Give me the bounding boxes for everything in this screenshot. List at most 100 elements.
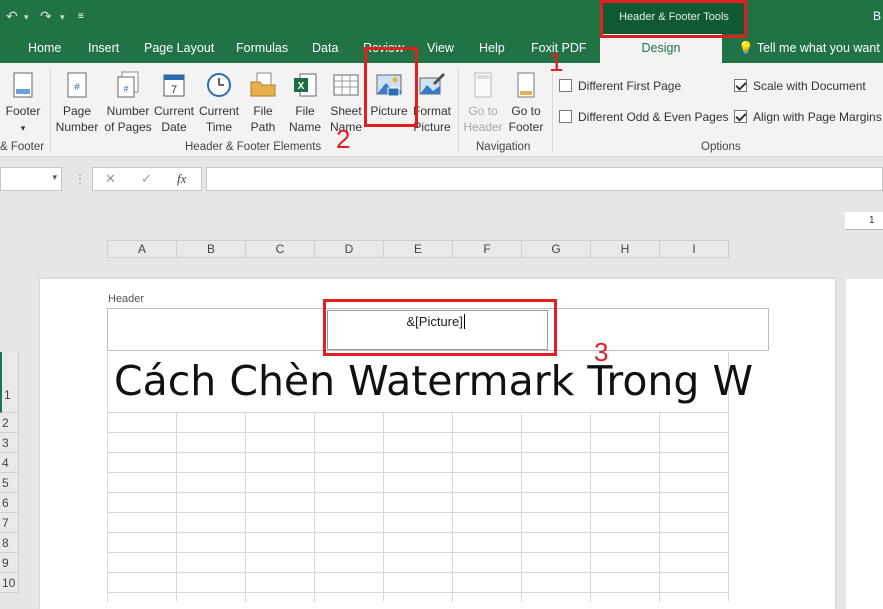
column-header-g[interactable]: G <box>522 240 591 258</box>
go-to-header-button[interactable]: Go to Header <box>461 70 505 135</box>
current-date-button[interactable]: 7 Current Date <box>152 70 196 135</box>
number-of-pages-button[interactable]: # Number of Pages <box>104 70 152 135</box>
checkbox-box[interactable] <box>559 79 572 92</box>
redo-dropdown-icon[interactable]: ▾ <box>60 12 65 23</box>
svg-text:X: X <box>298 81 305 92</box>
file-name-button[interactable]: X File Name <box>283 70 327 135</box>
different-odd-even-checkbox[interactable]: Different Odd & Even Pages <box>559 110 729 124</box>
name-box[interactable]: ▾ <box>0 167 62 191</box>
label: Path <box>250 120 276 134</box>
different-first-page-checkbox[interactable]: Different First Page <box>559 79 681 93</box>
annotation-box-3 <box>323 299 557 356</box>
column-header-d[interactable]: D <box>315 240 384 258</box>
row-header-1[interactable]: 1 <box>0 352 19 413</box>
next-page <box>846 279 883 609</box>
row-header-3[interactable]: 3 <box>0 433 19 453</box>
gridline <box>452 412 453 602</box>
tab-home[interactable]: Home <box>28 41 61 55</box>
gridline <box>245 412 246 602</box>
folder-icon <box>250 72 276 97</box>
checkbox-box[interactable] <box>734 110 747 123</box>
tell-me-search[interactable]: 💡 Tell me what you want t <box>738 41 883 56</box>
insert-function-icon[interactable]: fx <box>177 171 186 187</box>
go-to-footer-button[interactable]: Go to Footer <box>504 70 548 135</box>
format-picture-icon <box>419 72 446 95</box>
group-label-header-footer: & Footer <box>0 141 45 153</box>
checkbox-box[interactable] <box>734 79 747 92</box>
customize-qat-icon[interactable]: ≡ <box>78 11 84 22</box>
svg-text:#: # <box>74 82 80 93</box>
column-header-e[interactable]: E <box>384 240 453 258</box>
row-header-6[interactable]: 6 <box>0 493 19 513</box>
undo-icon[interactable]: ↶ <box>6 8 18 25</box>
gridline <box>659 412 660 602</box>
align-with-margins-checkbox[interactable]: Align with Page Margins <box>734 110 882 124</box>
checkbox-box[interactable] <box>559 110 572 123</box>
row-header-10[interactable]: 10 <box>0 573 19 593</box>
label: Footer <box>508 120 544 134</box>
label: File <box>253 104 273 118</box>
column-header-a[interactable]: A <box>108 240 177 258</box>
file-path-button[interactable]: File Path <box>241 70 285 135</box>
tab-page-layout[interactable]: Page Layout <box>144 41 214 55</box>
formula-buttons: ✕ ✓ fx <box>92 167 202 191</box>
gridline <box>107 452 729 453</box>
gridline <box>107 432 729 433</box>
svg-text:7: 7 <box>171 84 177 96</box>
tab-insert[interactable]: Insert <box>88 41 119 55</box>
label: Scale with Document <box>753 79 866 93</box>
group-label-elements: Header & Footer Elements <box>185 141 322 153</box>
label: Current <box>153 104 194 118</box>
label: Sheet <box>330 104 362 118</box>
scale-with-document-checkbox[interactable]: Scale with Document <box>734 79 866 93</box>
label: Go to <box>468 104 498 118</box>
undo-dropdown-icon[interactable]: ▾ <box>24 12 29 23</box>
group-label-options: Options <box>701 141 741 153</box>
window-title: B <box>873 9 882 23</box>
cell-a1[interactable]: Cách Chèn Watermark Trong W <box>114 357 753 405</box>
gridline <box>107 572 729 573</box>
ruler-mark: 1 <box>869 215 875 226</box>
gridline <box>107 352 108 602</box>
separator <box>458 68 459 152</box>
redo-icon[interactable]: ↷ <box>40 8 52 25</box>
row-header-2[interactable]: 2 <box>0 413 19 433</box>
sheet-icon <box>333 74 359 96</box>
column-header-b[interactable]: B <box>177 240 246 258</box>
column-header-i[interactable]: I <box>660 240 729 258</box>
label: Number <box>106 104 150 118</box>
row-header-5[interactable]: 5 <box>0 473 19 493</box>
horizontal-ruler: 1 <box>845 212 883 230</box>
row-header-9[interactable]: 9 <box>0 553 19 573</box>
tab-design[interactable]: Design <box>600 34 722 63</box>
enter-icon[interactable]: ✓ <box>141 171 152 187</box>
tab-data[interactable]: Data <box>312 41 338 55</box>
page-number-button[interactable]: # Page Number <box>55 70 99 135</box>
tell-me-text: Tell me what you want t <box>756 41 883 55</box>
go-to-footer-icon <box>517 72 535 98</box>
row-header-8[interactable]: 8 <box>0 533 19 553</box>
splitter-icon[interactable]: ⋮ <box>74 172 86 186</box>
row-header-7[interactable]: 7 <box>0 513 19 533</box>
column-header-c[interactable]: C <box>246 240 315 258</box>
separator <box>50 68 51 152</box>
current-time-button[interactable]: Current Time <box>197 70 241 135</box>
tab-help[interactable]: Help <box>479 41 505 55</box>
clock-icon <box>207 73 231 97</box>
formula-input[interactable] <box>206 167 883 191</box>
gridline <box>590 412 591 602</box>
column-header-h[interactable]: H <box>591 240 660 258</box>
gridline <box>176 412 177 602</box>
cancel-icon[interactable]: ✕ <box>105 171 116 187</box>
footer-button[interactable]: Footer ▾ <box>3 70 43 136</box>
name-box-dropdown-icon[interactable]: ▾ <box>52 172 57 183</box>
tab-view[interactable]: View <box>427 41 454 55</box>
column-header-f[interactable]: F <box>453 240 522 258</box>
lightbulb-icon: 💡 <box>738 41 754 55</box>
label: Different Odd & Even Pages <box>578 110 729 124</box>
tab-formulas[interactable]: Formulas <box>236 41 288 55</box>
label: Number <box>55 120 99 134</box>
gridline <box>383 412 384 602</box>
label: Date <box>161 120 187 134</box>
row-header-4[interactable]: 4 <box>0 453 19 473</box>
